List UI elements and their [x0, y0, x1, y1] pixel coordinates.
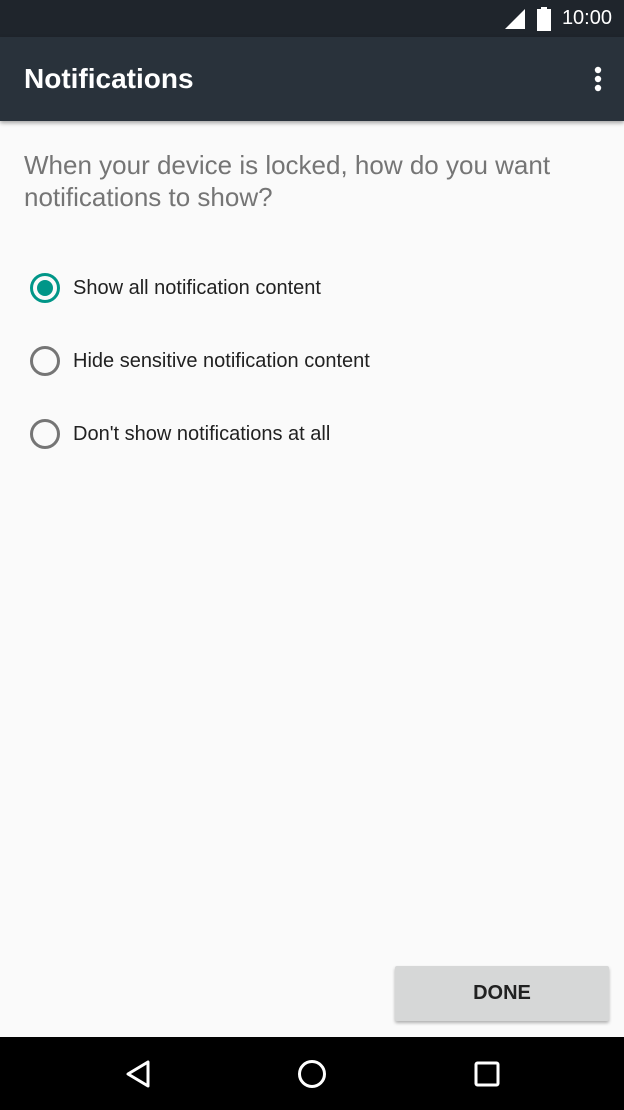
option-label: Hide sensitive notification content [73, 349, 370, 372]
radio-checked-icon[interactable] [30, 273, 60, 303]
recents-icon [474, 1061, 500, 1087]
back-icon [126, 1060, 150, 1088]
more-vert-icon [594, 66, 602, 92]
lock-screen-question: When your device is locked, how do you w… [24, 150, 551, 212]
status-icons: 10:00 [504, 0, 612, 37]
signal-icon [504, 8, 525, 29]
option-label: Show all notification content [73, 276, 321, 299]
main-content: When your device is locked, how do you w… [0, 121, 624, 1036]
option-hide-sensitive[interactable]: Hide sensitive notification content [30, 333, 370, 389]
option-label: Don't show notifications at all [73, 422, 331, 445]
radio-unchecked-icon[interactable] [30, 419, 60, 449]
page-title: Notifications [24, 63, 194, 94]
status-time: 10:00 [561, 7, 612, 29]
home-button[interactable] [288, 1053, 336, 1095]
status-bar: 10:00 [0, 0, 624, 37]
radio-unchecked-icon[interactable] [30, 346, 60, 376]
done-button[interactable]: DONE [395, 966, 609, 1021]
recents-button[interactable] [463, 1053, 511, 1095]
navigation-bar [0, 1037, 624, 1110]
back-button[interactable] [114, 1053, 162, 1095]
home-icon [298, 1060, 326, 1088]
option-dont-show[interactable]: Don't show notifications at all [30, 406, 330, 462]
option-show-all[interactable]: Show all notification content [30, 260, 321, 316]
app-bar: Notifications [0, 37, 624, 121]
radio-dot [37, 280, 53, 296]
battery-icon [536, 6, 551, 31]
overflow-menu-button[interactable] [586, 55, 610, 103]
